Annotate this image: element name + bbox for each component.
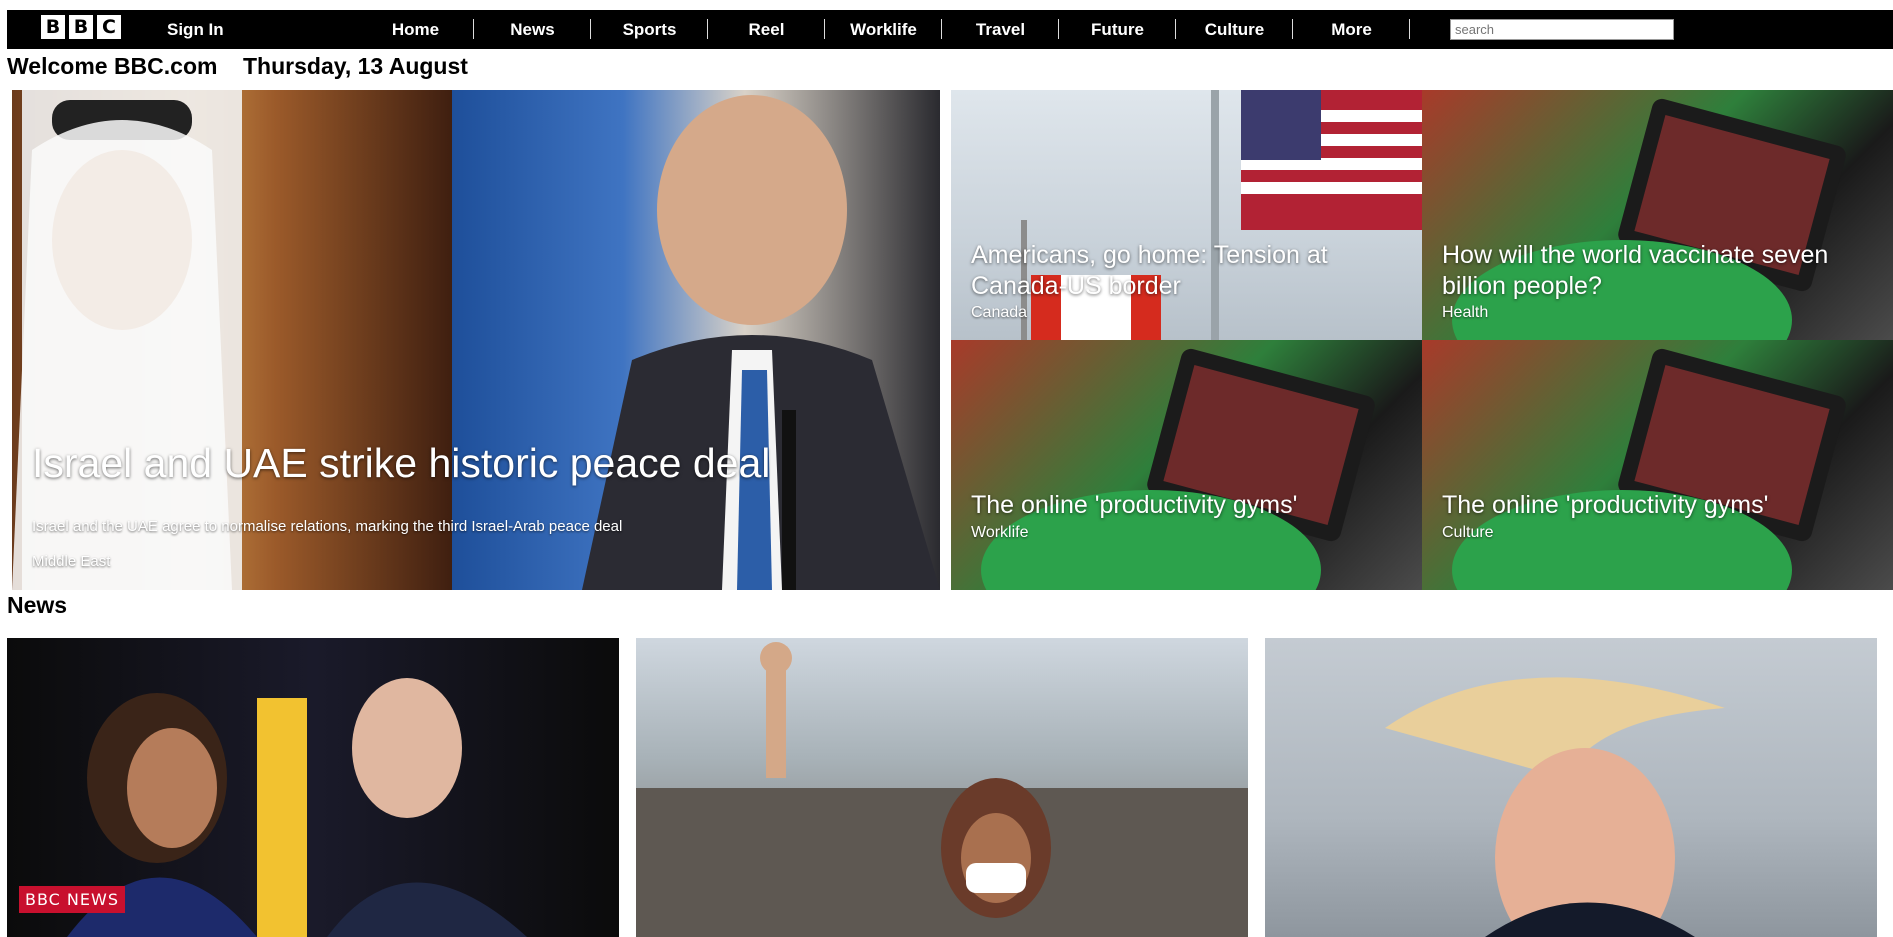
nav-home[interactable]: Home — [357, 10, 474, 49]
nav-more[interactable]: More — [1293, 10, 1410, 49]
nav-travel[interactable]: Travel — [942, 10, 1059, 49]
nav-worklife[interactable]: Worklife — [825, 10, 942, 49]
bbc-logo[interactable]: B B C — [41, 15, 121, 39]
nav-future[interactable]: Future — [1059, 10, 1176, 49]
logo-letter: B — [41, 15, 65, 39]
top-spacer — [0, 0, 1893, 10]
sign-in-link[interactable]: Sign In — [167, 20, 224, 40]
news-card[interactable] — [636, 638, 1248, 937]
nav-sports[interactable]: Sports — [591, 10, 708, 49]
hero-tag[interactable]: Middle East — [32, 553, 110, 570]
hero-image-left — [12, 90, 452, 590]
story-tile[interactable]: How will the world vaccinate seven billi… — [1422, 90, 1893, 340]
logo-letter: C — [97, 15, 121, 39]
story-category[interactable]: Canada — [971, 304, 1027, 322]
story-category[interactable]: Culture — [1442, 524, 1494, 542]
nav-news[interactable]: News — [474, 10, 591, 49]
tablet-image — [981, 348, 1375, 590]
hero-headline[interactable]: Israel and UAE strike historic peace dea… — [32, 440, 770, 487]
nav-culture[interactable]: Culture — [1176, 10, 1293, 49]
search-input[interactable] — [1450, 19, 1674, 40]
main-nav: Home News Sports Reel Worklife Travel Fu… — [357, 10, 1410, 49]
story-title[interactable]: The online 'productivity gyms' — [1442, 490, 1768, 521]
story-title[interactable]: The online 'productivity gyms' — [971, 490, 1297, 521]
story-category[interactable]: Health — [1442, 304, 1488, 322]
bbc-news-badge: BBC NEWS — [19, 886, 125, 913]
story-category[interactable]: Worklife — [971, 524, 1029, 542]
tablet-image — [1452, 348, 1846, 590]
tablet-image — [1452, 98, 1846, 340]
hero-image-right — [452, 90, 940, 590]
story-tile[interactable]: Americans, go home: Tension at Canada-US… — [951, 90, 1422, 340]
story-tile[interactable]: The online 'productivity gyms' Worklife — [951, 340, 1422, 590]
news-section-title: News — [7, 592, 68, 618]
hero-summary: Israel and the UAE agree to normalise re… — [32, 518, 623, 535]
news-image — [636, 642, 1248, 937]
story-title[interactable]: How will the world vaccinate seven billi… — [1442, 240, 1882, 302]
welcome-text: Welcome BBC.com — [7, 53, 218, 79]
story-title[interactable]: Americans, go home: Tension at Canada-US… — [971, 240, 1391, 302]
news-card[interactable]: BBC NEWS — [7, 638, 619, 937]
current-date: Thursday, 13 August — [243, 53, 468, 79]
flag-image — [1021, 90, 1422, 340]
hero-story[interactable]: Israel and UAE strike historic peace dea… — [12, 90, 940, 590]
person-image — [582, 95, 940, 590]
nav-reel[interactable]: Reel — [708, 10, 825, 49]
logo-letter: B — [69, 15, 93, 39]
story-tile[interactable]: The online 'productivity gyms' Culture — [1422, 340, 1893, 590]
news-card[interactable] — [1265, 638, 1877, 937]
top-navigation-bar: B B C Sign In Home News Sports Reel Work… — [7, 10, 1893, 49]
person-image — [12, 90, 242, 590]
news-image — [1385, 677, 1725, 937]
